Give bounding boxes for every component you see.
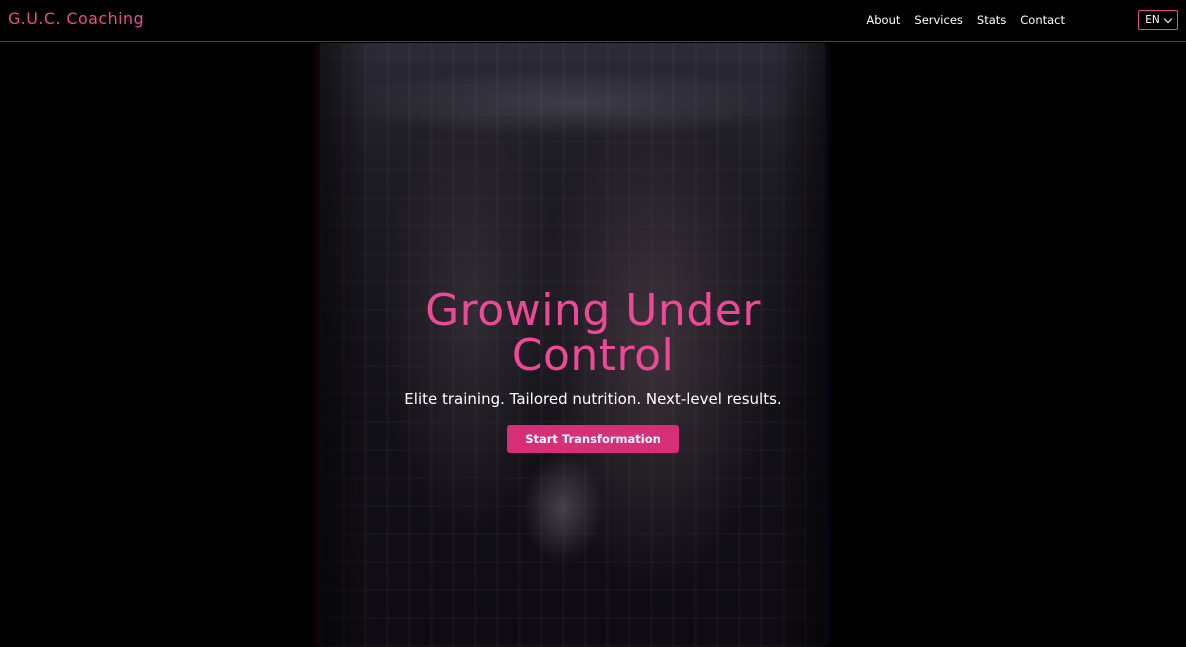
logo-link[interactable]: G.U.C. Coaching [8,9,144,28]
hero-title-line-2: Control [511,330,675,381]
nav-links: About Services Stats Contact [866,13,1065,27]
navbar: G.U.C. Coaching About Services Stats Con… [0,0,1186,42]
nav-link-stats[interactable]: Stats [977,13,1006,27]
language-select[interactable]: EN [1138,10,1178,30]
hero-section: Growing Under Control Elite training. Ta… [0,43,1186,647]
nav-link-about[interactable]: About [866,13,900,27]
language-selected-value: EN [1145,14,1160,26]
hero-title-line-1: Growing Under [425,285,761,336]
start-transformation-button[interactable]: Start Transformation [507,425,679,453]
nav-link-contact[interactable]: Contact [1020,13,1065,27]
hero-subtitle: Elite training. Tailored nutrition. Next… [404,390,782,408]
nav-link-services[interactable]: Services [914,13,963,27]
hero-title: Growing Under Control [0,288,1186,378]
chevron-down-icon [1163,14,1172,23]
